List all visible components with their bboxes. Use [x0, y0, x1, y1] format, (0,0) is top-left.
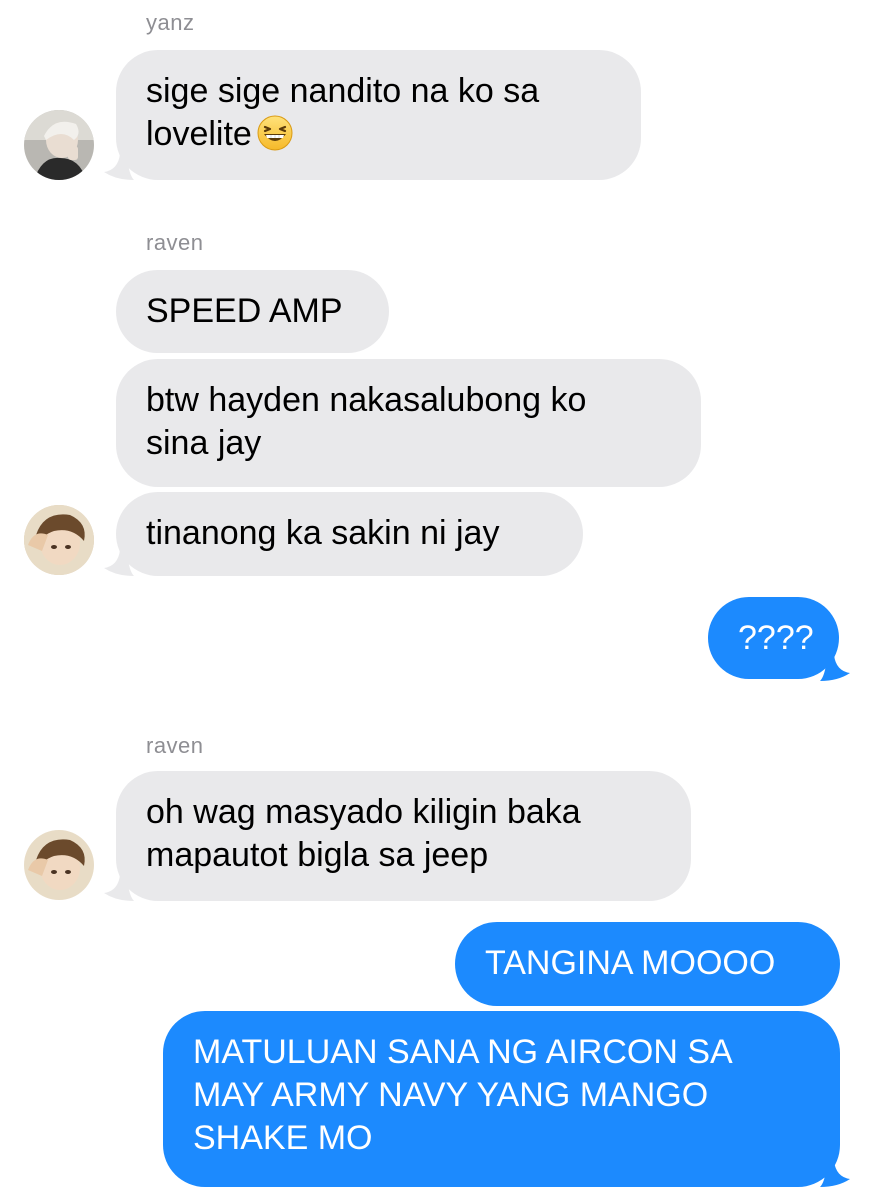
message-line: lovelite [146, 113, 611, 156]
sender-name-raven: raven [146, 733, 204, 758]
message-line: TANGINA MOOOO [485, 944, 776, 982]
message-bubble[interactable]: oh wag masyado kiligin baka mapautot big… [116, 771, 691, 901]
bubble-tail [820, 655, 850, 681]
message-line: SPEED AMP [146, 292, 343, 330]
message-bubble[interactable]: tinanong ka sakin ni jay [116, 492, 583, 576]
raven-avatar[interactable] [24, 830, 94, 900]
message-line: MAY ARMY NAVY YANG MANGO [193, 1076, 709, 1114]
grinning-squinting-face-emoji [256, 114, 294, 152]
sender-name-yanz: yanz [146, 10, 195, 35]
yanz-avatar[interactable] [24, 110, 94, 180]
bubble-tail [104, 550, 134, 576]
message-line: sina jay [146, 424, 262, 462]
message-line: MATULUAN SANA NG AIRCON SA [193, 1033, 733, 1071]
message-line: tinanong ka sakin ni jay [146, 514, 500, 552]
bubble-tail [104, 154, 134, 180]
message-bubble-outgoing[interactable]: MATULUAN SANA NG AIRCON SA MAY ARMY NAVY… [163, 1011, 840, 1187]
message-line: oh wag masyado kiligin baka [146, 793, 581, 831]
message-bubble[interactable]: SPEED AMP [116, 270, 389, 353]
message-bubble[interactable]: btw hayden nakasalubong ko sina jay [116, 359, 701, 487]
message-bubble-outgoing[interactable]: TANGINA MOOOO [455, 922, 840, 1006]
message-bubble[interactable]: sige sige nandito na ko sa lovelite [116, 50, 641, 180]
bubble-tail [104, 875, 134, 901]
raven-avatar[interactable] [24, 505, 94, 575]
message-line: mapautot bigla sa jeep [146, 836, 489, 874]
message-line: SHAKE MO [193, 1119, 373, 1157]
sender-name-raven: raven [146, 230, 204, 255]
message-line: btw hayden nakasalubong ko [146, 381, 587, 419]
message-line: sige sige nandito na ko sa [146, 72, 540, 110]
message-line: ???? [738, 619, 814, 657]
bubble-tail [820, 1161, 850, 1187]
